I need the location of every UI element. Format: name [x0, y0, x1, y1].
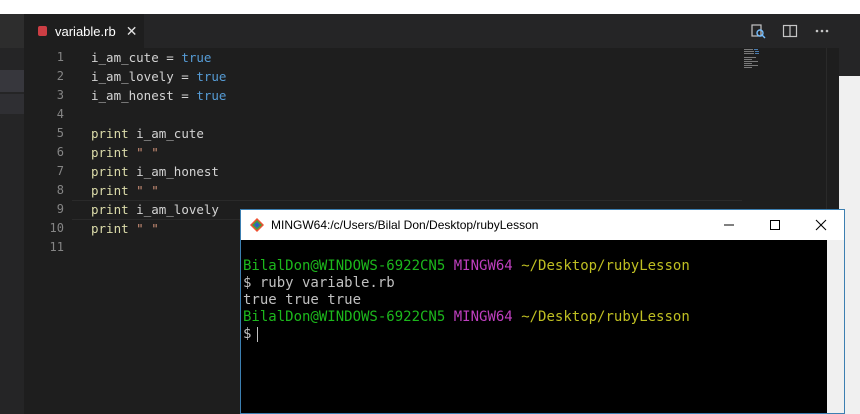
tab-overflow-stub — [0, 14, 24, 48]
code-text: i_am_lovely — [128, 202, 219, 217]
close-button[interactable] — [798, 210, 844, 240]
code-keyword: print — [91, 126, 129, 141]
code-string: " " — [128, 183, 159, 198]
code-string: " " — [128, 145, 159, 160]
prompt-env: MINGW64 — [453, 309, 513, 325]
minimize-button[interactable] — [706, 210, 752, 240]
prompt-user: BilalDon@WINDOWS-6922CN5 — [243, 258, 446, 274]
code-literal: true — [196, 88, 227, 103]
terminal-scrollbar[interactable] — [827, 240, 844, 413]
git-bash-icon — [250, 218, 264, 232]
line-number: 6 — [56, 145, 64, 159]
sidebar-item[interactable] — [0, 94, 24, 114]
code-text: i_am_cute — [128, 126, 204, 141]
code-line: print " " — [91, 219, 159, 238]
line-number: 5 — [56, 126, 64, 140]
line-number: 2 — [56, 69, 64, 83]
line-number: 7 — [56, 164, 64, 178]
more-actions-icon[interactable] — [814, 23, 830, 39]
command-output: true true true — [243, 292, 362, 308]
code-keyword: print — [91, 221, 129, 236]
editor-tab-bar: variable.rb ✕ — [0, 14, 838, 48]
prompt-env: MINGW64 — [453, 258, 513, 274]
terminal-window[interactable]: MINGW64:/c/Users/Bilal Don/Desktop/rubyL… — [240, 209, 845, 414]
terminal-title: MINGW64:/c/Users/Bilal Don/Desktop/rubyL… — [271, 218, 539, 232]
terminal-title-bar[interactable]: MINGW64:/c/Users/Bilal Don/Desktop/rubyL… — [241, 210, 844, 240]
code-keyword: print — [91, 164, 129, 179]
minimap[interactable] — [744, 48, 762, 68]
tab-variable-rb[interactable]: variable.rb ✕ — [24, 14, 144, 48]
line-number: 1 — [56, 50, 64, 64]
code-line: print " " — [91, 181, 159, 200]
command-line: $ ruby variable.rb — [243, 275, 395, 291]
prompt-path: ~/Desktop/rubyLesson — [521, 258, 690, 274]
code-line: i_am_cute = true — [91, 48, 211, 67]
line-number: 3 — [56, 88, 64, 102]
code-keyword: print — [91, 145, 129, 160]
code-line: i_am_lovely = true — [91, 67, 226, 86]
prompt-user: BilalDon@WINDOWS-6922CN5 — [243, 309, 446, 325]
line-number: 4 — [56, 107, 64, 121]
sidebar-selected-item[interactable] — [0, 70, 24, 92]
code-keyword: print — [91, 202, 129, 217]
tab-close-icon[interactable]: ✕ — [126, 23, 138, 40]
code-line: print i_am_honest — [91, 162, 219, 181]
code-text: i_am_cute = — [91, 50, 182, 65]
line-number: 8 — [56, 183, 64, 197]
line-number: 11 — [49, 240, 64, 254]
code-literal: true — [181, 50, 212, 65]
maximize-button[interactable] — [752, 210, 798, 240]
line-number-gutter: 1 2 3 4 5 6 7 8 9 10 11 — [24, 48, 72, 414]
code-text: i_am_honest — [128, 164, 219, 179]
line-number: 10 — [49, 221, 64, 235]
text-cursor — [257, 326, 259, 342]
prompt-path: ~/Desktop/rubyLesson — [521, 309, 690, 325]
explorer-sidebar-strip — [0, 48, 24, 414]
final-prompt: $ — [243, 326, 252, 342]
terminal-output[interactable]: BilalDon@WINDOWS-6922CN5 MINGW64 ~/Deskt… — [243, 258, 690, 343]
split-editor-icon[interactable] — [782, 23, 798, 39]
code-keyword: print — [91, 183, 129, 198]
window-top-strip — [0, 0, 860, 14]
code-line: print i_am_lovely — [91, 200, 219, 219]
editor-actions — [742, 14, 838, 48]
line-number: 9 — [56, 202, 64, 216]
code-line: i_am_honest = true — [91, 86, 226, 105]
code-text: i_am_honest = — [91, 88, 197, 103]
open-changes-icon[interactable] — [750, 23, 766, 39]
code-line: print i_am_cute — [91, 124, 204, 143]
code-string: " " — [128, 221, 159, 236]
tab-label: variable.rb — [55, 23, 116, 39]
code-literal: true — [196, 69, 227, 84]
ruby-file-icon — [38, 26, 47, 36]
code-line: print " " — [91, 143, 159, 162]
code-text: i_am_lovely = — [91, 69, 197, 84]
